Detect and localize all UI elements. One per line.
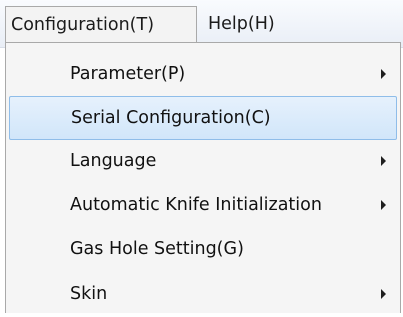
menu-item-automatic-knife-initialization[interactable]: Automatic Knife Initialization (9, 184, 397, 228)
menu-item-label: Skin (70, 284, 108, 304)
menu-item-label: Gas Hole Setting(G) (70, 239, 244, 259)
configuration-dropdown-menu: Parameter(P) Serial Configuration(C) Lan… (5, 42, 401, 313)
menu-help[interactable]: Help(H) (204, 6, 286, 43)
menu-item-label: Parameter(P) (70, 64, 186, 84)
menu-item-gas-hole-setting[interactable]: Gas Hole Setting(G) (9, 228, 397, 272)
menu-item-label: Serial Configuration(C) (71, 108, 271, 128)
menu-configuration[interactable]: Configuration(T) (5, 6, 197, 43)
menu-item-label: Automatic Knife Initialization (70, 195, 322, 215)
menu-item-serial-configuration[interactable]: Serial Configuration(C) (9, 96, 397, 140)
submenu-arrow-icon (381, 200, 386, 210)
menu-item-label: Language (70, 151, 157, 171)
submenu-arrow-icon (381, 156, 386, 166)
submenu-arrow-icon (381, 69, 386, 79)
submenu-arrow-icon (381, 289, 386, 299)
menu-bar: Configuration(T) Help(H) (0, 0, 403, 48)
menu-item-skin[interactable]: Skin (9, 273, 397, 317)
menu-item-language[interactable]: Language (9, 140, 397, 184)
menu-item-parameter[interactable]: Parameter(P) (9, 53, 397, 97)
